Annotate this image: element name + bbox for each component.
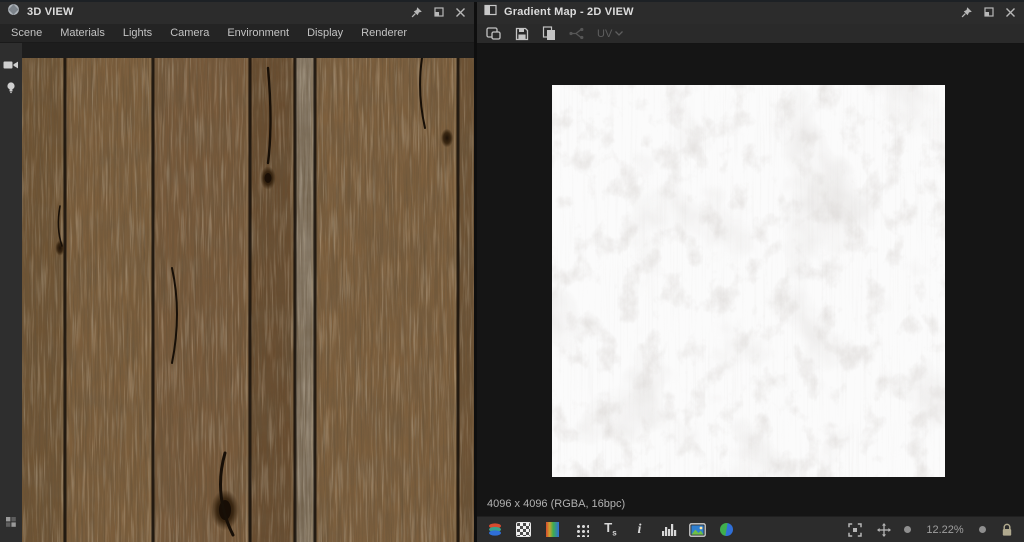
menu-environment[interactable]: Environment bbox=[218, 24, 298, 43]
lock-icon[interactable] bbox=[998, 521, 1015, 538]
2d-view-bottom-toolbar: Ts i 12.22% bbox=[477, 516, 1024, 542]
3d-view-side-toolbar bbox=[0, 43, 22, 542]
color-mode-icon[interactable] bbox=[718, 521, 735, 538]
menu-display[interactable]: Display bbox=[298, 24, 352, 43]
menu-renderer[interactable]: Renderer bbox=[352, 24, 416, 43]
info-icon[interactable]: i bbox=[631, 521, 648, 538]
panel-3d-view: 3D VIEW Scene Materials Lights Camera En… bbox=[0, 0, 474, 542]
panel-title: 3D VIEW bbox=[27, 6, 74, 18]
grid-icon[interactable] bbox=[573, 521, 590, 538]
uv-dropdown-label: UV bbox=[597, 27, 613, 40]
chevron-down-icon bbox=[615, 31, 624, 36]
3d-view-menubar: Scene Materials Lights Camera Environmen… bbox=[0, 24, 474, 43]
float-icon[interactable] bbox=[982, 6, 995, 19]
close-icon[interactable] bbox=[1004, 6, 1017, 19]
uv-dropdown: UV bbox=[597, 26, 624, 42]
pin-icon[interactable] bbox=[410, 6, 423, 19]
gradient-icon[interactable] bbox=[544, 521, 561, 538]
zoom-in-button[interactable] bbox=[979, 526, 986, 533]
float-icon[interactable] bbox=[432, 6, 445, 19]
menu-scene[interactable]: Scene bbox=[2, 24, 51, 43]
menu-lights[interactable]: Lights bbox=[114, 24, 161, 43]
3d-viewport[interactable] bbox=[0, 43, 474, 542]
3d-view-titlebar[interactable]: 3D VIEW bbox=[0, 0, 474, 24]
duplicate-view-icon[interactable] bbox=[486, 26, 502, 42]
channels-icon[interactable] bbox=[486, 521, 503, 538]
3d-view-icon bbox=[7, 3, 20, 21]
zoom-level: 12.22% bbox=[926, 523, 964, 536]
menu-camera[interactable]: Camera bbox=[161, 24, 218, 43]
save-icon[interactable] bbox=[515, 26, 529, 42]
zoom-out-button[interactable] bbox=[904, 526, 911, 533]
camera-icon[interactable] bbox=[2, 56, 20, 74]
stats-grid-icon[interactable] bbox=[2, 513, 20, 531]
lightbulb-icon[interactable] bbox=[2, 79, 20, 97]
menu-materials[interactable]: Materials bbox=[51, 24, 114, 43]
2d-view-icon bbox=[484, 3, 497, 21]
pin-icon[interactable] bbox=[960, 6, 973, 19]
compare-icon bbox=[569, 26, 584, 42]
pan-icon[interactable] bbox=[875, 521, 892, 538]
panel-title: Gradient Map - 2D VIEW bbox=[504, 6, 634, 18]
tiling-icon[interactable]: Ts bbox=[602, 521, 619, 538]
2d-canvas[interactable]: 4096 x 4096 (RGBA, 16bpc) bbox=[477, 44, 1024, 516]
image-info-status: 4096 x 4096 (RGBA, 16bpc) bbox=[487, 498, 626, 510]
histogram-icon[interactable] bbox=[660, 521, 677, 538]
texture-image[interactable] bbox=[552, 85, 945, 477]
fit-frame-icon[interactable] bbox=[846, 521, 863, 538]
wood-material-preview[interactable] bbox=[22, 58, 474, 542]
application-window: 3D VIEW Scene Materials Lights Camera En… bbox=[0, 0, 1024, 542]
copy-icon[interactable] bbox=[542, 26, 556, 42]
2d-view-toolbar: UV bbox=[477, 24, 1024, 44]
2d-view-titlebar[interactable]: Gradient Map - 2D VIEW bbox=[477, 0, 1024, 24]
close-icon[interactable] bbox=[454, 6, 467, 19]
panel-2d-view: Gradient Map - 2D VIEW UV 4096 x 4096 (R… bbox=[477, 0, 1024, 542]
background-image-icon[interactable] bbox=[689, 521, 706, 538]
alpha-checker-icon[interactable] bbox=[515, 521, 532, 538]
